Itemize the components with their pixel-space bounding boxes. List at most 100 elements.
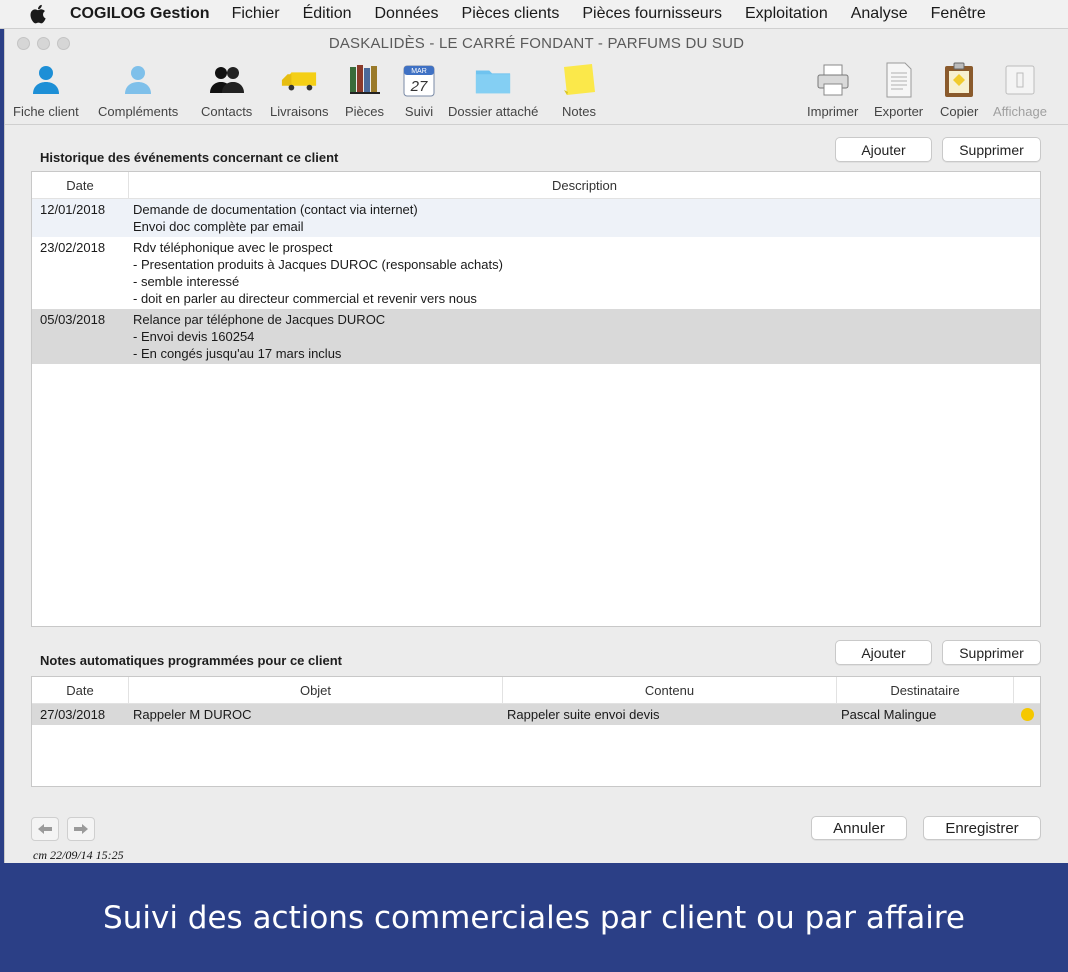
column-header-objet[interactable]: Objet — [129, 677, 503, 703]
menu-bar: COGILOG Gestion Fichier Édition Données … — [0, 0, 1068, 29]
column-header-contenu[interactable]: Contenu — [503, 677, 837, 703]
description-line: - doit en parler au directeur commercial… — [133, 291, 477, 306]
minimize-window-button[interactable] — [37, 37, 50, 50]
toolbar-notes[interactable]: Notes — [560, 61, 598, 119]
toolbar-label: Suivi — [404, 104, 434, 119]
toolbar-label: Pièces — [345, 104, 385, 119]
toolbar-label: Affichage — [993, 104, 1047, 119]
menu-exploitation[interactable]: Exploitation — [745, 5, 828, 23]
row-destinataire: Pascal Malingue — [841, 707, 937, 722]
row-date: 27/03/2018 — [40, 707, 106, 722]
arrow-right-icon — [74, 824, 88, 834]
menu-analyse[interactable]: Analyse — [851, 5, 908, 23]
printer-icon — [814, 61, 852, 99]
toolbar-dossier-attache[interactable]: Dossier attaché — [448, 61, 538, 119]
description-line: - semble interessé — [133, 274, 240, 289]
row-date: 12/01/2018 — [40, 202, 106, 217]
notes-add-button[interactable]: Ajouter — [835, 640, 932, 665]
toolbar-label: Copier — [940, 104, 979, 119]
menu-pieces-fournisseurs[interactable]: Pièces fournisseurs — [582, 5, 722, 23]
clipboard-icon — [940, 61, 978, 99]
client-window: DASKALIDÈS - LE CARRÉ FONDANT - PARFUMS … — [4, 29, 1068, 863]
notes-table[interactable]: Date Objet Contenu Destinataire 27/03/20… — [31, 676, 1041, 787]
toolbar-label: Compléments — [98, 104, 179, 119]
display-icon — [1001, 61, 1039, 99]
row-contenu: Rappeler suite envoi devis — [507, 707, 660, 722]
column-header-destinataire[interactable]: Destinataire — [837, 677, 1014, 703]
apple-icon[interactable] — [28, 3, 50, 25]
menu-app-name[interactable]: COGILOG Gestion — [70, 5, 210, 23]
description-line: Demande de documentation (contact via in… — [133, 202, 418, 217]
history-section-title: Historique des événements concernant ce … — [40, 150, 339, 165]
row-description: Relance par téléphone de Jacques DUROC -… — [129, 311, 385, 362]
row-objet: Rappeler M DUROC — [133, 707, 252, 722]
toolbar-label: Contacts — [201, 104, 253, 119]
next-button[interactable] — [67, 817, 95, 841]
toolbar-imprimer[interactable]: Imprimer — [807, 61, 858, 119]
window-title: DASKALIDÈS - LE CARRÉ FONDANT - PARFUMS … — [328, 34, 745, 52]
row-status — [1014, 708, 1040, 721]
toolbar-pieces[interactable]: Pièces — [345, 61, 384, 119]
description-line: - Envoi devis 160254 — [133, 329, 255, 344]
table-row[interactable]: 27/03/2018 Rappeler M DUROC Rappeler sui… — [32, 704, 1040, 725]
modification-stamp: cm 22/09/14 15:25 — [33, 848, 124, 862]
zoom-window-button[interactable] — [57, 37, 70, 50]
save-button[interactable]: Enregistrer — [923, 816, 1041, 840]
toolbar-copier[interactable]: Copier — [940, 61, 978, 119]
toolbar-exporter[interactable]: Exporter — [874, 61, 923, 119]
window-titlebar: DASKALIDÈS - LE CARRÉ FONDANT - PARFUMS … — [5, 29, 1068, 57]
column-header-description[interactable]: Description — [129, 172, 1040, 198]
description-line: - Presentation produits à Jacques DUROC … — [133, 257, 503, 272]
menu-donnees[interactable]: Données — [375, 5, 439, 23]
toolbar-affichage[interactable]: Affichage — [993, 61, 1047, 119]
table-row[interactable]: 12/01/2018 Demande de documentation (con… — [32, 199, 1040, 237]
row-description: Demande de documentation (contact via in… — [129, 201, 418, 235]
menu-pieces-clients[interactable]: Pièces clients — [462, 5, 560, 23]
toolbar-complements[interactable]: Compléments — [98, 61, 178, 119]
arrow-left-icon — [38, 824, 52, 834]
menu-fichier[interactable]: Fichier — [232, 5, 280, 23]
folder-icon — [474, 61, 512, 99]
document-icon — [880, 61, 918, 99]
sticky-note-icon — [560, 61, 598, 99]
row-description: Rdv téléphonique avec le prospect - Pres… — [129, 239, 503, 307]
toolbar-label: Dossier attaché — [448, 104, 539, 119]
cancel-button[interactable]: Annuler — [811, 816, 907, 840]
calendar-icon: MAR 27 — [400, 61, 438, 99]
calendar-month: MAR — [411, 68, 427, 75]
close-window-button[interactable] — [17, 37, 30, 50]
toolbar-label: Imprimer — [807, 104, 859, 119]
toolbar: Fiche client Compléments Contacts Livrai… — [5, 57, 1068, 125]
notes-delete-button[interactable]: Supprimer — [942, 640, 1041, 665]
truck-icon — [280, 61, 318, 99]
menu-edition[interactable]: Édition — [303, 5, 352, 23]
description-line: Envoi doc complète par email — [133, 219, 304, 234]
person-blue-icon — [27, 61, 65, 99]
toolbar-fiche-client[interactable]: Fiche client — [13, 61, 79, 119]
table-row[interactable]: 23/02/2018 Rdv téléphonique avec le pros… — [32, 237, 1040, 309]
calendar-day: 27 — [410, 78, 428, 95]
toolbar-contacts[interactable]: Contacts — [201, 61, 252, 119]
menu-fenetre[interactable]: Fenêtre — [931, 5, 986, 23]
description-line: Rdv téléphonique avec le prospect — [133, 240, 333, 255]
table-row[interactable]: 05/03/2018 Relance par téléphone de Jacq… — [32, 309, 1040, 364]
previous-button[interactable] — [31, 817, 59, 841]
history-add-button[interactable]: Ajouter — [835, 137, 932, 162]
history-table[interactable]: Date Description 12/01/2018 Demande de d… — [31, 171, 1041, 627]
history-delete-button[interactable]: Supprimer — [942, 137, 1041, 162]
row-date: 23/02/2018 — [40, 240, 106, 255]
books-icon — [346, 61, 384, 99]
toolbar-suivi[interactable]: MAR 27 Suivi — [400, 61, 438, 119]
contacts-icon — [208, 61, 246, 99]
toolbar-livraisons[interactable]: Livraisons — [270, 61, 329, 119]
toolbar-label: Notes — [562, 104, 596, 119]
history-table-header: Date Description — [32, 172, 1040, 199]
description-line: Relance par téléphone de Jacques DUROC — [133, 312, 386, 327]
column-header-status — [1014, 677, 1040, 703]
column-header-date[interactable]: Date — [32, 677, 129, 703]
status-dot-icon — [1020, 708, 1034, 721]
column-header-date[interactable]: Date — [32, 172, 129, 198]
caption-banner: Suivi des actions commerciales par clien… — [0, 863, 1068, 972]
row-date: 05/03/2018 — [40, 312, 106, 327]
toolbar-label: Exporter — [874, 104, 924, 119]
